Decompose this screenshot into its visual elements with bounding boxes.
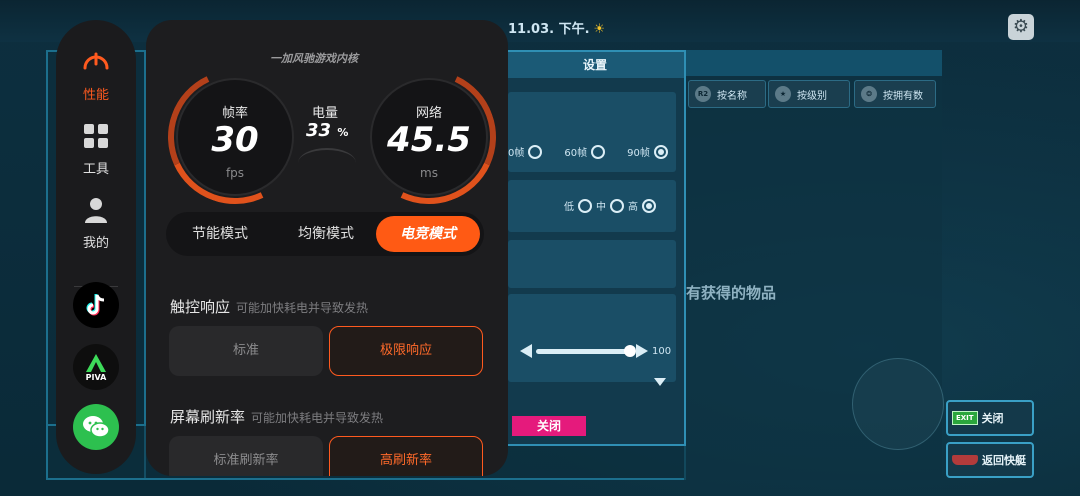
game-joystick[interactable]: [852, 358, 944, 450]
quality-option-label: 低: [564, 202, 574, 213]
tiktok-icon[interactable]: [73, 282, 119, 328]
touch-response-subtitle: 可能加快耗电并导致发热: [236, 301, 369, 315]
boat-icon: [952, 455, 978, 465]
refresh-standard-button[interactable]: 标准刷新率: [169, 436, 323, 476]
speedometer-icon: [83, 52, 109, 70]
fps-options: 0帧 60帧 90帧: [508, 144, 668, 159]
quality-radio-high[interactable]: [642, 198, 656, 213]
fps-radio-3[interactable]: [653, 144, 668, 159]
game-close-label: 关闭: [981, 412, 1004, 425]
network-gauge: 网络 45.5 ms: [343, 51, 508, 223]
fps-radio-2[interactable]: [591, 144, 606, 159]
grid-icon: [84, 124, 108, 148]
exit-icon: EXIT: [952, 411, 978, 425]
fps-radio-1[interactable]: [528, 144, 543, 159]
tab-label: 按拥有数: [883, 90, 923, 102]
rail-label-performance: 性能: [82, 88, 109, 103]
game-tab-bar: [684, 50, 942, 76]
sort-by-level-tab[interactable]: ★ 按级别: [768, 80, 850, 108]
quality-options: 低 中 高: [564, 198, 656, 213]
quality-option-label: 中: [596, 202, 606, 213]
power-save-mode-button[interactable]: 节能模式: [168, 216, 272, 252]
settings-title: 设置: [506, 52, 684, 78]
rail-item-performance[interactable]: 性能: [56, 46, 136, 103]
network-value: 45.5: [387, 120, 471, 160]
mode-selector: 节能模式 均衡模式 电竞模式: [166, 212, 484, 256]
game-close-button[interactable]: EXIT 关闭: [946, 400, 1034, 436]
battery-label: 电量: [312, 106, 339, 121]
wechat-icon[interactable]: [73, 404, 119, 450]
touch-extreme-button[interactable]: 极限响应: [329, 326, 483, 376]
return-boat-button[interactable]: 返回快艇: [946, 442, 1034, 478]
volume-slider[interactable]: 100: [520, 344, 671, 358]
decrease-icon[interactable]: [520, 344, 532, 358]
network-unit: ms: [420, 166, 438, 180]
battery-arc: [298, 148, 356, 178]
return-boat-label: 返回快艇: [982, 454, 1026, 467]
rail-label-tools: 工具: [82, 162, 109, 177]
setting-block-3: [508, 240, 676, 288]
person-icon: [85, 198, 107, 223]
game-time-text: 11.03. 下午.: [508, 22, 590, 37]
fps-gauge: 帧率 30 fps: [149, 51, 321, 223]
rail-item-mine[interactable]: 我的: [56, 196, 136, 251]
touch-response-section: 触控响应 可能加快耗电并导致发热: [170, 296, 368, 317]
sun-icon: ☀: [593, 22, 606, 37]
touch-response-title: 触控响应: [170, 298, 231, 316]
battery-value: 33 %: [306, 120, 348, 141]
balanced-mode-button[interactable]: 均衡模式: [274, 216, 378, 252]
refresh-rate-section: 屏幕刷新率 可能加快耗电并导致发热: [170, 406, 383, 427]
slider-thumb[interactable]: [624, 344, 636, 357]
volume-value: 100: [652, 345, 672, 357]
fps-option-label: 90帧: [627, 148, 650, 159]
settings-dialog: 设置 0帧 60帧 90帧 低 中 高 100 关闭: [504, 50, 686, 446]
tab-label: 按名称: [717, 90, 747, 102]
settings-close-button[interactable]: 关闭: [512, 416, 586, 436]
battery-number: 33: [306, 120, 332, 141]
increase-icon[interactable]: [636, 344, 648, 358]
empty-inventory-text: 有获得的物品: [686, 284, 777, 302]
volume-setting-block: [508, 294, 676, 382]
fps-label: 帧率: [221, 106, 248, 121]
star-icon: ★: [775, 86, 791, 102]
piva-icon[interactable]: PIVA: [73, 344, 119, 390]
fps-value: 30: [211, 120, 259, 160]
performance-panel: 一加风驰游戏内核 帧率 30 fps 电量 33 % 网络 45.5 ms 节能…: [146, 20, 508, 476]
quality-radio-mid[interactable]: [610, 198, 624, 213]
expand-icon[interactable]: [654, 378, 666, 386]
piva-text: PIVA: [85, 372, 107, 382]
rail-item-tools[interactable]: 工具: [56, 122, 136, 177]
touch-standard-button[interactable]: 标准: [169, 326, 323, 376]
cluster-icon: ❂: [861, 86, 877, 102]
slider-track[interactable]: [536, 344, 636, 357]
sort-by-name-tab[interactable]: R2 按名称: [688, 80, 766, 108]
fps-setting-block: [508, 92, 676, 172]
fps-unit: fps: [225, 166, 245, 180]
tab-label: 按级别: [797, 90, 827, 102]
rail-label-mine: 我的: [82, 236, 109, 251]
esports-mode-button[interactable]: 电竞模式: [376, 216, 480, 252]
fps-option-label: 60帧: [564, 148, 588, 159]
network-label: 网络: [415, 106, 442, 121]
refresh-rate-title: 屏幕刷新率: [170, 408, 246, 426]
sort-by-owned-tab[interactable]: ❂ 按拥有数: [854, 80, 936, 108]
game-time: 11.03. 下午. ☀: [508, 18, 605, 37]
quality-option-label: 高: [628, 202, 638, 213]
quality-radio-low[interactable]: [578, 198, 592, 213]
brand-title: 一加风驰游戏内核: [270, 52, 358, 65]
battery-unit: %: [337, 126, 349, 139]
assistant-rail: 性能 工具 我的 PIVA: [56, 20, 136, 474]
refresh-rate-subtitle: 可能加快耗电并导致发热: [251, 411, 384, 425]
refresh-high-button[interactable]: 高刷新率: [329, 436, 483, 476]
gear-icon[interactable]: ⚙: [1008, 14, 1034, 40]
r2-icon: R2: [695, 86, 711, 102]
fps-option-label: 0帧: [508, 148, 525, 159]
